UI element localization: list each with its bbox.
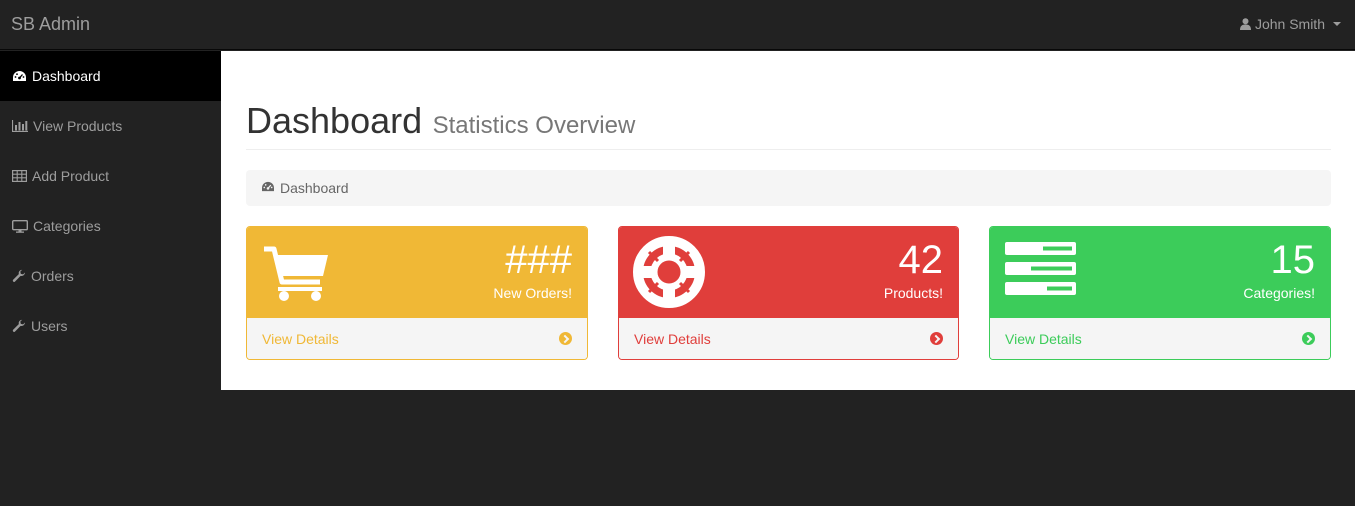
dashboard-icon (12, 70, 27, 83)
sidebar-item-label: Add Product (32, 168, 110, 184)
arrow-circle-right-icon (930, 332, 943, 345)
orders-panel: ### New Orders! View Details (246, 226, 588, 360)
top-navbar: SB Admin John Smith (0, 0, 1355, 50)
page-header: Dashboard Statistics Overview (246, 100, 1331, 150)
orders-count: ### (505, 238, 572, 282)
sidebar-item-add-product[interactable]: Add Product (0, 151, 221, 201)
brand-link[interactable]: SB Admin (11, 14, 90, 35)
tasks-icon (1005, 242, 1077, 303)
sidebar: Dashboard View Products Add Product Cate… (0, 51, 221, 351)
products-panel-heading: 42 Products! (619, 227, 958, 318)
categories-label: Categories! (1243, 285, 1315, 301)
wrench-icon (12, 269, 26, 283)
arrow-circle-right-icon (1302, 332, 1315, 345)
sidebar-item-users[interactable]: Users (0, 301, 221, 351)
desktop-icon (12, 219, 28, 233)
sidebar-item-dashboard[interactable]: Dashboard (0, 51, 221, 101)
products-count: 42 (898, 238, 944, 282)
breadcrumb: Dashboard (246, 170, 1331, 206)
page-title: Dashboard (246, 100, 423, 141)
sidebar-item-label: Categories (33, 218, 101, 234)
sidebar-item-label: Users (31, 318, 68, 334)
dashboard-icon (261, 180, 275, 196)
products-panel: 42 Products! View Details (618, 226, 959, 360)
wrench-icon (12, 319, 26, 333)
arrow-circle-right-icon (559, 332, 572, 345)
categories-panel-heading: 15 Categories! (990, 227, 1330, 318)
products-view-details-link[interactable]: View Details (619, 318, 958, 359)
view-details-label: View Details (262, 330, 339, 347)
view-details-label: View Details (634, 330, 711, 347)
user-dropdown[interactable]: John Smith (1239, 16, 1341, 32)
life-ring-icon (633, 236, 706, 319)
sidebar-item-label: View Products (33, 118, 123, 134)
breadcrumb-item: Dashboard (280, 180, 349, 196)
shopping-cart-icon (262, 242, 332, 307)
main-content: Dashboard Statistics Overview Dashboard … (221, 51, 1355, 390)
sidebar-item-label: Orders (31, 268, 74, 284)
orders-view-details-link[interactable]: View Details (247, 318, 587, 359)
page-subtitle: Statistics Overview (432, 112, 636, 139)
sidebar-item-label: Dashboard (32, 68, 101, 84)
sidebar-item-categories[interactable]: Categories (0, 201, 221, 251)
table-icon (12, 170, 27, 182)
orders-panel-heading: ### New Orders! (247, 227, 587, 318)
user-name: John Smith (1254, 16, 1325, 32)
bar-chart-icon (12, 120, 28, 132)
categories-view-details-link[interactable]: View Details (990, 318, 1330, 359)
view-details-label: View Details (1005, 330, 1082, 347)
sidebar-item-view-products[interactable]: View Products (0, 101, 221, 151)
categories-panel: 15 Categories! View Details (989, 226, 1331, 360)
user-icon (1239, 18, 1251, 30)
orders-label: New Orders! (493, 285, 572, 301)
products-label: Products! (883, 285, 943, 301)
sidebar-item-orders[interactable]: Orders (0, 251, 221, 301)
categories-count: 15 (1270, 238, 1316, 282)
caret-down-icon (1333, 22, 1341, 26)
